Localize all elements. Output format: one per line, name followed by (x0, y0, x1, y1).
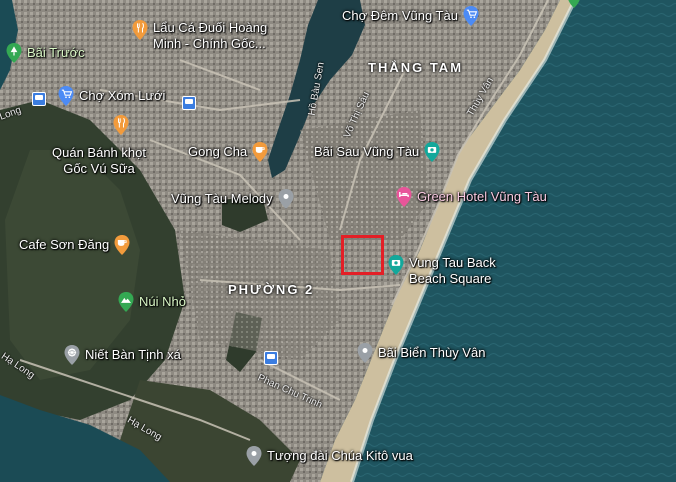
poi-label: Bãi Biển Thùy Vân (378, 345, 486, 360)
shopping-cart-pin-icon (463, 6, 479, 26)
poi-gong-cha[interactable]: Gong Cha (188, 142, 270, 162)
cafe-pin-icon (114, 235, 130, 255)
poi-label: Lẩu Cá Đuối Hoàng Minh - Chính Gốc... (153, 20, 268, 51)
poi-cho-xom-luoi[interactable]: Chợ Xóm Lưới (56, 86, 165, 106)
poi-bai-truoc[interactable]: Bãi Trước (4, 43, 85, 63)
poi-green-hotel[interactable]: Green Hotel Vũng Tàu (394, 187, 547, 207)
bus-stop-icon[interactable] (182, 96, 196, 110)
poi-label: Bãi Sau Vũng Tàu (314, 144, 420, 159)
place-pin-icon (278, 189, 294, 209)
poi-vung-tau-melody[interactable]: Vũng Tàu Melody (171, 189, 296, 209)
poi-label: Tượng đài Chúa Kitô vua (267, 448, 413, 463)
poi-bai-bien-thuy-van[interactable]: Bãi Biển Thùy Vân (355, 343, 485, 363)
poi-label: Cafe Sơn Đăng (19, 237, 110, 252)
highlight-box (341, 235, 384, 275)
cafe-pin-icon (252, 142, 268, 162)
poi-quan-banh-khot[interactable]: Quán Bánh khọt Gốc Vú Sữa (44, 145, 164, 177)
poi-label: Bãi Trước (27, 45, 85, 60)
mountain-pin-icon (118, 292, 134, 312)
restaurant-pin-icon (132, 20, 148, 40)
shopping-cart-pin-icon (58, 86, 74, 106)
place-pin-icon (357, 343, 373, 363)
place-pin-icon (246, 446, 262, 466)
poi-label: Gong Cha (188, 144, 248, 159)
bus-stop-icon[interactable] (32, 92, 46, 106)
poi-label: Quán Bánh khọt Gốc Vú Sữa (52, 145, 146, 176)
poi-cafe-son-dang[interactable]: Cafe Sơn Đăng (19, 235, 132, 255)
poi-cho-dem[interactable]: Chợ Đêm Vũng Tàu (342, 6, 481, 26)
park-pin-icon (6, 43, 22, 63)
poi-back-beach-square[interactable]: Vung Tau Back Beach Square (386, 255, 509, 287)
camera-pin-icon (424, 142, 440, 162)
poi-bai-sau[interactable]: Bãi Sau Vũng Tàu (314, 142, 442, 162)
poi-nui-nho[interactable]: Núi Nhỏ (116, 292, 186, 312)
satellite-map[interactable]: THẮNG TAM PHƯỜNG 2 Hồ Bàu Sen Võ Thị Sáu… (0, 0, 676, 482)
poi-niet-ban[interactable]: Niết Bàn Tịnh xá (62, 345, 181, 365)
poi-restaurant-unlabeled[interactable] (111, 115, 131, 135)
poi-label: Chợ Xóm Lưới (79, 88, 166, 103)
poi-label: Niết Bàn Tịnh xá (85, 347, 181, 362)
camera-pin-icon (388, 255, 404, 275)
poi-label: Green Hotel Vũng Tàu (417, 189, 547, 204)
poi-label: Vung Tau Back Beach Square (409, 255, 496, 286)
restaurant-pin-icon (113, 115, 129, 135)
poi-label: Vũng Tàu Melody (171, 191, 273, 206)
poi-lau-ca-duoi[interactable]: Lẩu Cá Đuối Hoàng Minh - Chính Gốc... (130, 20, 290, 52)
area-label-phuong-2: PHƯỜNG 2 (228, 282, 315, 297)
poi-tuong-dai[interactable]: Tượng đài Chúa Kitô vua (244, 446, 413, 466)
area-label-thang-tam: THẮNG TAM (368, 60, 464, 75)
hotel-pin-icon (396, 187, 412, 207)
poi-label: Núi Nhỏ (139, 294, 186, 309)
temple-pin-icon (64, 345, 80, 365)
bus-stop-icon[interactable] (264, 351, 278, 365)
park-pin-icon[interactable] (566, 0, 582, 8)
poi-label: Chợ Đêm Vũng Tàu (342, 8, 458, 23)
